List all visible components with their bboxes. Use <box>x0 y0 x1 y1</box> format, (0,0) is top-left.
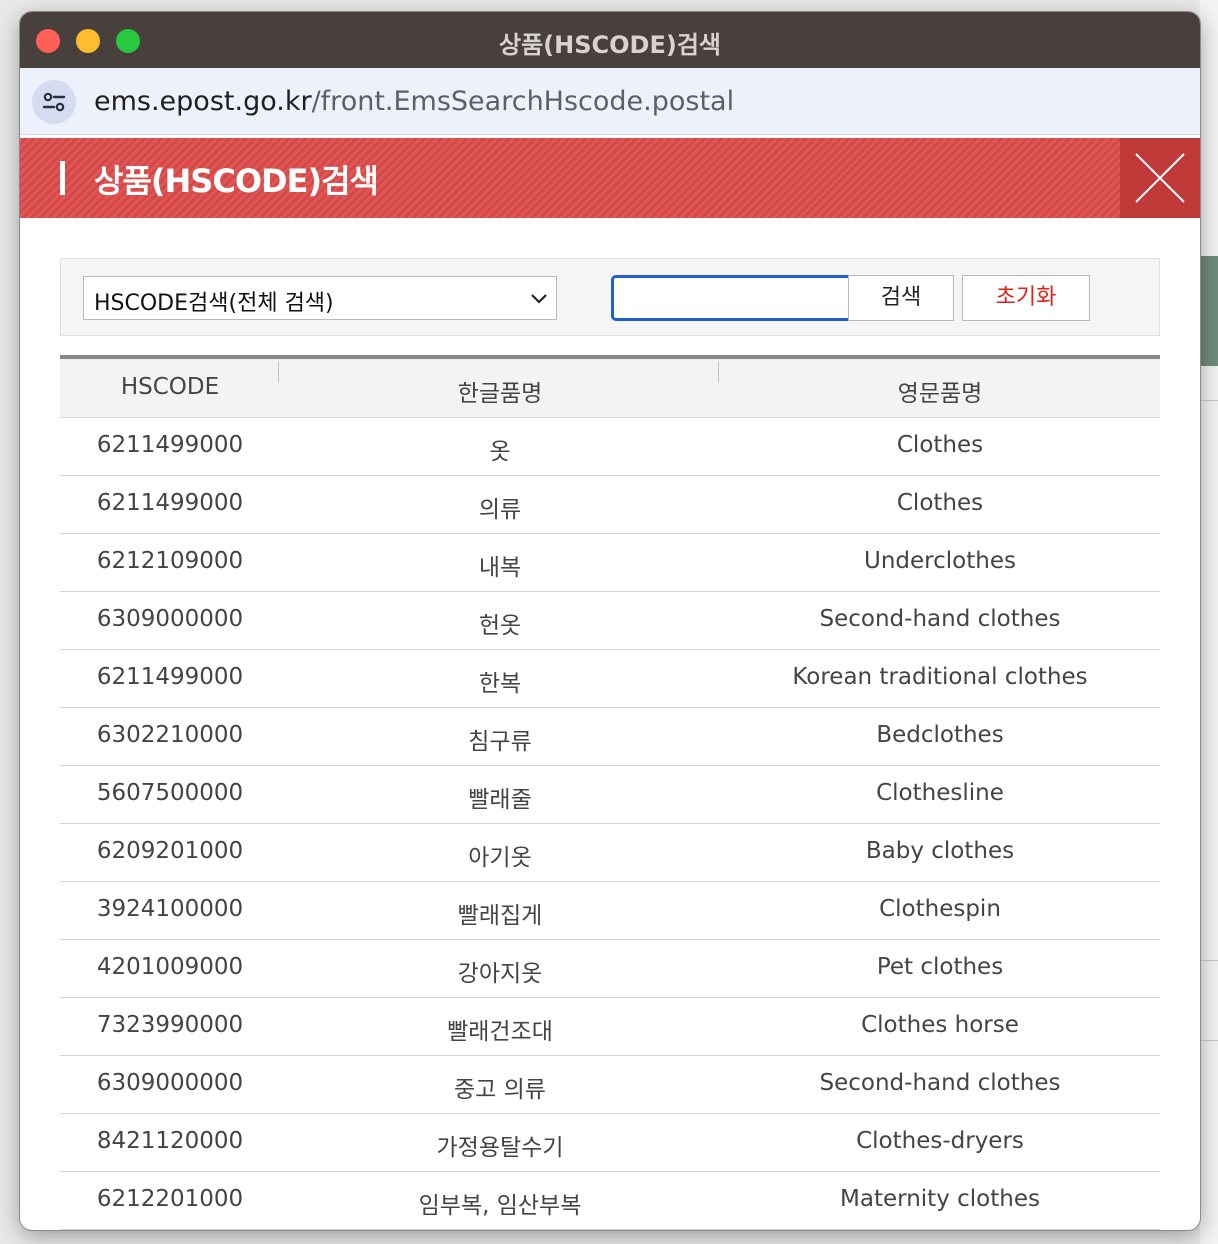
browser-window: 상품(HSCODE)검색 ems.epost.go.kr/front.EmsSe… <box>20 12 1200 1230</box>
table-header: HSCODE 한글품명 영문품명 <box>60 359 1160 418</box>
cell-hscode: 8421120000 <box>96 1128 244 1154</box>
cell-english-name: Second-hand clothes <box>819 606 1061 632</box>
popup-title: 상품(HSCODE)검색 <box>94 162 379 200</box>
close-icon <box>1135 153 1185 203</box>
site-settings-icon[interactable] <box>32 80 76 124</box>
cell-english-name: Clothesline <box>876 780 1004 806</box>
table-row[interactable]: 6209201000 아기옷 Baby clothes <box>60 824 1160 882</box>
chevron-down-icon <box>531 294 547 304</box>
cell-english-name: Clothes <box>896 432 984 458</box>
table-row[interactable]: 3924100000 빨래집게 Clothespin <box>60 882 1160 940</box>
address-bar[interactable]: ems.epost.go.kr/front.EmsSearchHscode.po… <box>20 68 1200 135</box>
table-row[interactable]: 6309000000 헌옷 Second-hand clothes <box>60 592 1160 650</box>
cell-hscode: 5607500000 <box>96 780 244 806</box>
cell-hscode: 6211499000 <box>96 490 244 516</box>
cell-korean-name: 가정용탈수기 <box>436 1135 564 1161</box>
cell-english-name: Clothespin <box>879 896 1001 922</box>
url-text[interactable]: ems.epost.go.kr/front.EmsSearchHscode.po… <box>94 86 734 117</box>
cell-korean-name: 아기옷 <box>468 845 532 871</box>
table-row[interactable]: 6302210000 침구류 Bedclothes <box>60 708 1160 766</box>
cell-hscode: 6209201000 <box>96 838 244 864</box>
cell-hscode: 6212201000 <box>96 1186 244 1212</box>
cell-hscode: 6309000000 <box>96 606 244 632</box>
url-domain: ems.epost.go.kr <box>94 86 312 117</box>
background-banner <box>1200 256 1218 366</box>
header-separator <box>278 362 279 382</box>
header-separator <box>718 362 719 382</box>
cell-hscode: 6211499000 <box>96 664 244 690</box>
cell-korean-name: 의류 <box>478 497 522 523</box>
cell-english-name: Baby clothes <box>865 838 1015 864</box>
popup-header: 상품(HSCODE)검색 <box>20 138 1200 218</box>
cell-hscode: 6211499000 <box>96 432 244 458</box>
search-panel: HSCODE검색(전체 검색) 검색 초기화 <box>60 258 1160 336</box>
url-path: /front.EmsSearchHscode.postal <box>311 86 735 117</box>
cell-hscode: 6302210000 <box>96 722 244 748</box>
title-bar: 상품(HSCODE)검색 <box>20 12 1200 68</box>
cell-english-name: Underclothes <box>864 548 1016 574</box>
cell-hscode: 7323990000 <box>96 1012 244 1038</box>
table-row[interactable]: 6212201000 임부복, 임산부복 Maternity clothes <box>60 1172 1160 1230</box>
table-row[interactable]: 6211499000 옷 Clothes <box>60 418 1160 476</box>
cell-korean-name: 빨래줄 <box>468 787 532 813</box>
cell-korean-name: 내복 <box>478 555 522 581</box>
close-button[interactable] <box>1120 138 1200 218</box>
header-hscode: HSCODE <box>120 374 220 400</box>
cell-english-name: Second-hand clothes <box>819 1070 1061 1096</box>
cell-english-name: Pet clothes <box>876 954 1004 980</box>
window-title: 상품(HSCODE)검색 <box>499 31 721 59</box>
header-accent-bar <box>60 161 65 195</box>
table-row[interactable]: 7323990000 빨래건조대 Clothes horse <box>60 998 1160 1056</box>
cell-hscode: 6212109000 <box>96 548 244 574</box>
cell-english-name: Clothes horse <box>861 1012 1019 1038</box>
cell-korean-name: 한복 <box>478 671 522 697</box>
table-row[interactable]: 8421120000 가정용탈수기 Clothes-dryers <box>60 1114 1160 1172</box>
cell-english-name: Clothes-dryers <box>856 1128 1024 1154</box>
table-row[interactable]: 4201009000 강아지옷 Pet clothes <box>60 940 1160 998</box>
search-type-select[interactable]: HSCODE검색(전체 검색) <box>83 276 557 320</box>
cell-korean-name: 침구류 <box>468 729 532 755</box>
search-button[interactable]: 검색 <box>848 275 954 321</box>
table-row[interactable]: 6211499000 한복 Korean traditional clothes <box>60 650 1160 708</box>
search-type-value: HSCODE검색(전체 검색) <box>94 291 334 316</box>
cell-english-name: Clothes <box>896 490 984 516</box>
cell-korean-name: 빨래건조대 <box>447 1019 553 1045</box>
cell-hscode: 6309000000 <box>96 1070 244 1096</box>
cell-hscode: 4201009000 <box>96 954 244 980</box>
search-input[interactable] <box>611 275 855 321</box>
cell-korean-name: 헌옷 <box>478 613 522 639</box>
table-row[interactable]: 6309000000 중고 의류 Second-hand clothes <box>60 1056 1160 1114</box>
header-english-name: 영문품명 <box>897 381 983 407</box>
cell-korean-name: 임부복, 임산부복 <box>418 1193 582 1219</box>
reset-button[interactable]: 초기화 <box>962 275 1090 321</box>
cell-english-name: Maternity clothes <box>840 1186 1040 1212</box>
cell-korean-name: 옷 <box>489 439 511 465</box>
cell-korean-name: 빨래집게 <box>457 903 543 929</box>
table-row[interactable]: 6211499000 의류 Clothes <box>60 476 1160 534</box>
table-body: 6211499000 옷 Clothes 6211499000 의류 Clothes 621… <box>60 418 1160 1230</box>
background-page <box>1200 0 1218 1244</box>
table-row[interactable]: 5607500000 빨래줄 Clothesline <box>60 766 1160 824</box>
cell-english-name: Bedclothes <box>876 722 1004 748</box>
cell-english-name: Korean traditional clothes <box>792 664 1088 690</box>
cell-korean-name: 중고 의류 <box>454 1077 546 1103</box>
header-korean-name: 한글품명 <box>457 381 543 407</box>
cell-hscode: 3924100000 <box>96 896 244 922</box>
cell-korean-name: 강아지옷 <box>457 961 543 987</box>
table-row[interactable]: 6212109000 내복 Underclothes <box>60 534 1160 592</box>
hscode-table: HSCODE 한글품명 영문품명 6211499000 옷 Clothes 62114… <box>60 355 1160 1230</box>
